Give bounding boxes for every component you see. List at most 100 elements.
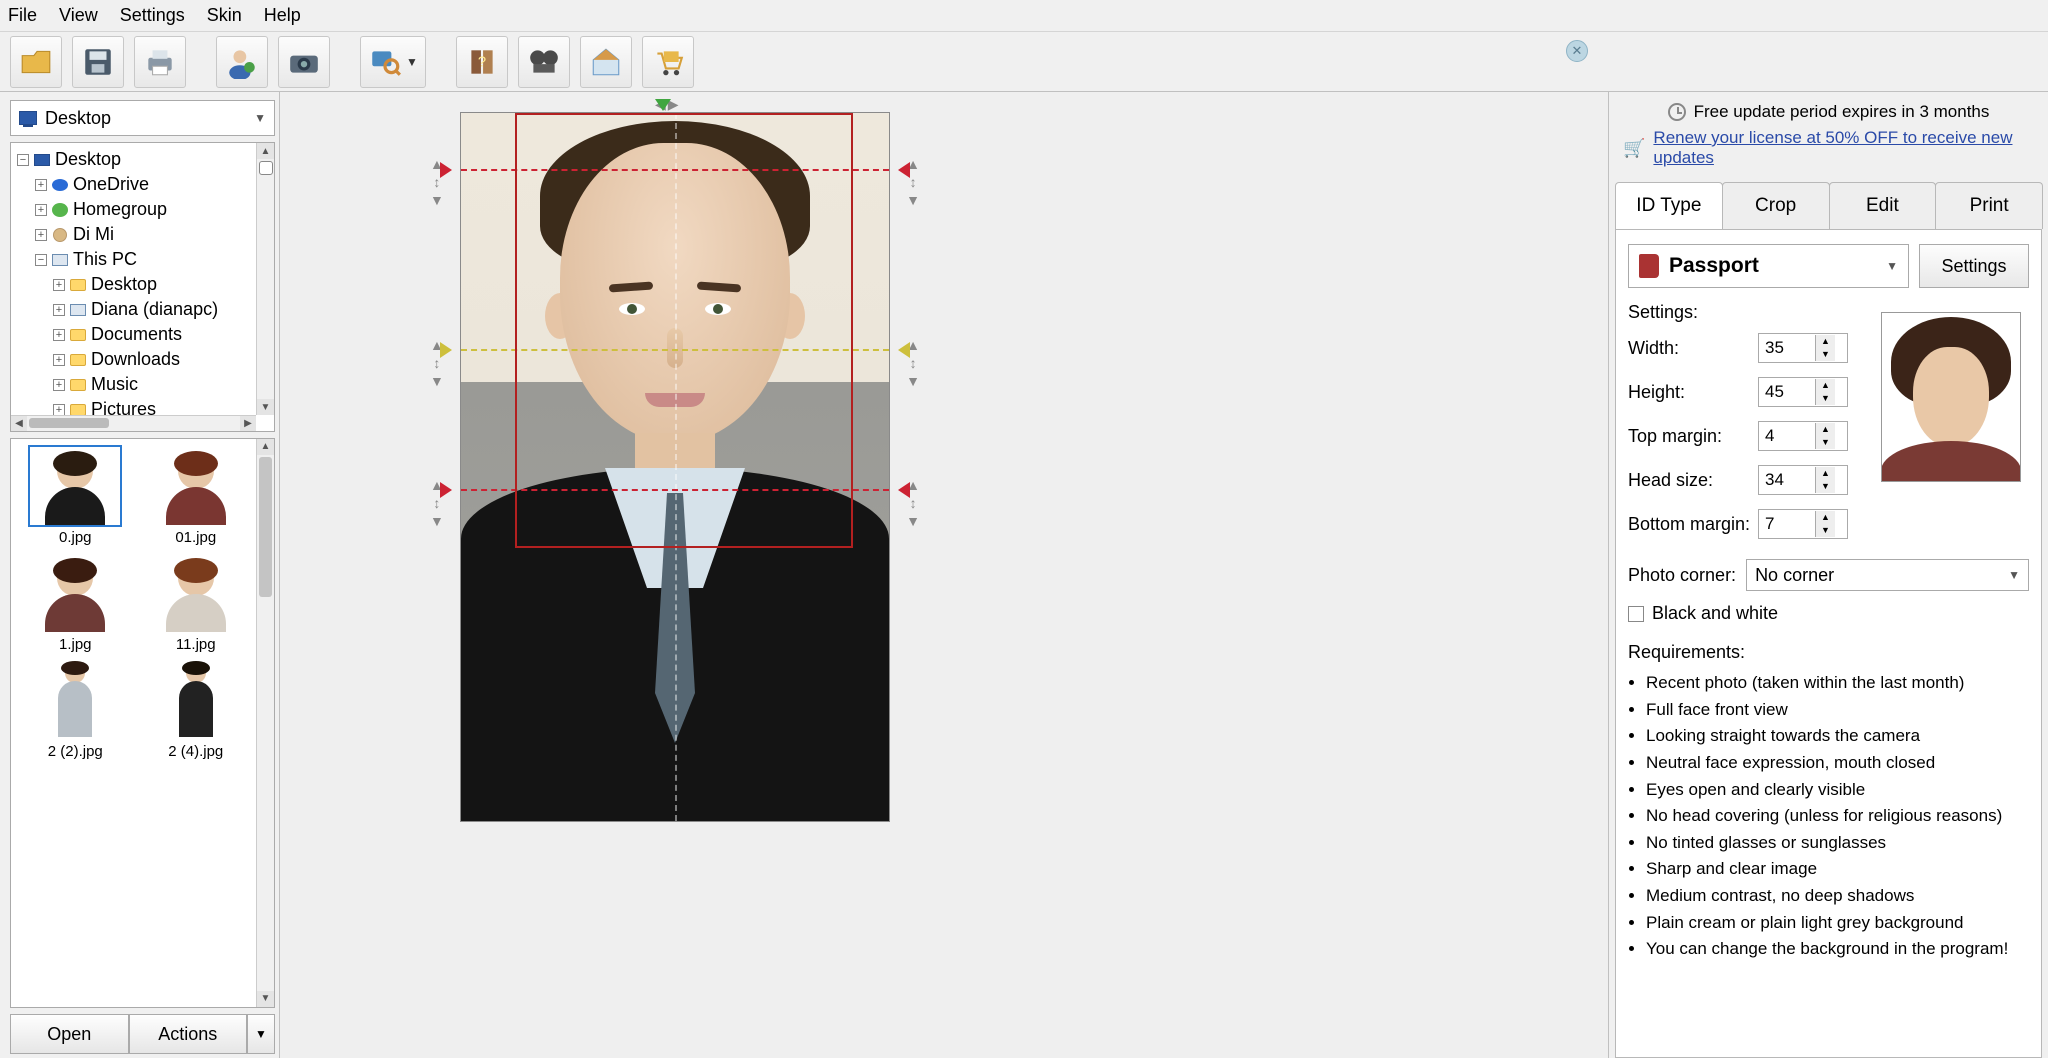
- id-type-panel: Passport ▼ Settings Settings: Width: ▲▼ …: [1615, 230, 2042, 1058]
- open-folder-button[interactable]: [10, 36, 62, 88]
- menu-skin[interactable]: Skin: [207, 5, 242, 26]
- requirement-item: Looking straight towards the camera: [1646, 724, 2029, 749]
- left-panel: Desktop ▼ −Desktop+OneDrive+Homegroup+Di…: [0, 92, 280, 1058]
- requirements-title: Requirements:: [1628, 642, 2029, 663]
- chevron-down-icon: ▼: [2008, 568, 2020, 582]
- red-right-marker-1: [898, 162, 910, 178]
- open-button[interactable]: Open: [10, 1014, 129, 1054]
- video-tutorial-button[interactable]: [518, 36, 570, 88]
- passport-icon: [1639, 254, 1659, 278]
- top-red-guide: [461, 169, 889, 171]
- menu-help[interactable]: Help: [264, 5, 301, 26]
- save-button[interactable]: [72, 36, 124, 88]
- path-text: Desktop: [45, 108, 111, 129]
- requirement-item: Recent photo (taken within the last mont…: [1646, 671, 2029, 696]
- actions-button[interactable]: Actions: [129, 1014, 248, 1054]
- bottom-margin-label: Bottom margin:: [1628, 514, 1758, 535]
- right-panel: Free update period expires in 3 months 🛒…: [1608, 92, 2048, 1058]
- camera-button[interactable]: [278, 36, 330, 88]
- profile-button[interactable]: [216, 36, 268, 88]
- photo-corner-combo[interactable]: No corner ▼: [1746, 559, 2029, 591]
- red-right-marker-2: [898, 482, 910, 498]
- tree-item[interactable]: −This PC: [17, 247, 274, 272]
- update-banner-line1: Free update period expires in 3 months: [1623, 102, 2034, 122]
- tab-crop[interactable]: Crop: [1722, 182, 1830, 229]
- thumbnail[interactable]: 11.jpg: [140, 554, 253, 653]
- top-center-marker: ◀ ▶: [655, 96, 679, 113]
- height-spinner[interactable]: ▲▼: [1758, 377, 1848, 407]
- head-size-label: Head size:: [1628, 470, 1758, 491]
- bottom-margin-spinner[interactable]: ▲▼: [1758, 509, 1848, 539]
- home-button[interactable]: [580, 36, 632, 88]
- black-white-checkbox[interactable]: [1628, 606, 1644, 622]
- requirement-item: Sharp and clear image: [1646, 857, 2029, 882]
- requirement-item: You can change the background in the pro…: [1646, 937, 2029, 962]
- cart-icon: 🛒: [1623, 138, 1645, 159]
- thumbnail[interactable]: 0.jpg: [19, 447, 132, 546]
- chevron-down-icon: ▼: [254, 111, 266, 125]
- tree-item[interactable]: +Homegroup: [17, 197, 274, 222]
- requirement-item: Plain cream or plain light grey backgrou…: [1646, 911, 2029, 936]
- requirement-item: Full face front view: [1646, 698, 2029, 723]
- tree-root[interactable]: −Desktop: [17, 147, 274, 172]
- clock-icon: [1668, 103, 1686, 121]
- tree-item[interactable]: +Music: [17, 372, 274, 397]
- menu-bar: File View Settings Skin Help: [0, 0, 2048, 32]
- actions-dropdown[interactable]: ▼: [247, 1014, 275, 1054]
- close-banner-icon[interactable]: ✕: [1566, 40, 1588, 62]
- tree-vscroll[interactable]: ▲▼: [256, 143, 274, 415]
- requirement-item: Neutral face expression, mouth closed: [1646, 751, 2029, 776]
- tree-item[interactable]: +OneDrive: [17, 172, 274, 197]
- tab-id-type[interactable]: ID Type: [1615, 182, 1723, 229]
- chevron-down-icon: ▼: [1886, 259, 1898, 273]
- help-book-button[interactable]: ?: [456, 36, 508, 88]
- red-left-marker-2: [440, 482, 452, 498]
- thumbs-vscroll[interactable]: ▲▼: [256, 439, 274, 1007]
- tree-item[interactable]: +Diana (dianapc): [17, 297, 274, 322]
- menu-view[interactable]: View: [59, 5, 98, 26]
- sample-photo: [1881, 312, 2021, 482]
- tree-item[interactable]: +Documents: [17, 322, 274, 347]
- tab-edit[interactable]: Edit: [1829, 182, 1937, 229]
- svg-text:?: ?: [478, 54, 486, 70]
- top-margin-label: Top margin:: [1628, 426, 1758, 447]
- menu-file[interactable]: File: [8, 5, 37, 26]
- black-white-label: Black and white: [1652, 603, 1778, 624]
- photo-corner-label: Photo corner:: [1628, 565, 1736, 586]
- head-size-spinner[interactable]: ▲▼: [1758, 465, 1848, 495]
- folder-tree[interactable]: −Desktop+OneDrive+Homegroup+Di Mi−This P…: [10, 142, 275, 432]
- tab-print[interactable]: Print: [1935, 182, 2043, 229]
- requirement-item: No tinted glasses or sunglasses: [1646, 831, 2029, 856]
- tree-item[interactable]: +Desktop: [17, 272, 274, 297]
- yellow-right-marker: [898, 342, 910, 358]
- thumbnail[interactable]: 2 (4).jpg: [140, 661, 253, 760]
- thumbnail-grid: 0.jpg01.jpg1.jpg11.jpg2 (2).jpg2 (4).jpg…: [10, 438, 275, 1008]
- top-margin-spinner[interactable]: ▲▼: [1758, 421, 1848, 451]
- red-left-marker-1: [440, 162, 452, 178]
- width-spinner[interactable]: ▲▼: [1758, 333, 1848, 363]
- renew-license-link[interactable]: 🛒 Renew your license at 50% OFF to recei…: [1623, 128, 2034, 168]
- menu-settings[interactable]: Settings: [120, 5, 185, 26]
- height-label: Height:: [1628, 382, 1758, 403]
- width-label: Width:: [1628, 338, 1758, 359]
- id-settings-button[interactable]: Settings: [1919, 244, 2029, 288]
- tabs: ID Type Crop Edit Print: [1615, 182, 2042, 230]
- requirement-item: Eyes open and clearly visible: [1646, 778, 2029, 803]
- tree-item[interactable]: +Downloads: [17, 347, 274, 372]
- id-type-combo[interactable]: Passport ▼: [1628, 244, 1909, 288]
- thumbnail[interactable]: 2 (2).jpg: [19, 661, 132, 760]
- toolbar: ▼ ?: [0, 32, 2048, 92]
- tree-hscroll[interactable]: ◀▶: [11, 415, 256, 431]
- thumbnail[interactable]: 01.jpg: [140, 447, 253, 546]
- tree-item[interactable]: +Di Mi: [17, 222, 274, 247]
- photo-image: [460, 112, 890, 822]
- shop-cart-button[interactable]: [642, 36, 694, 88]
- thumbnail[interactable]: 1.jpg: [19, 554, 132, 653]
- search-photo-dropdown[interactable]: ▼: [360, 36, 426, 88]
- center-guide: [675, 113, 677, 821]
- print-button[interactable]: [134, 36, 186, 88]
- requirement-item: No head covering (unless for religious r…: [1646, 804, 2029, 829]
- desktop-icon: [19, 111, 37, 125]
- photo-canvas[interactable]: ◀ ▶ ▲↕▼ ▲↕▼ ▲↕▼ ▲↕▼ ▲↕▼ ▲↕▼: [280, 92, 1608, 1058]
- path-combo[interactable]: Desktop ▼: [10, 100, 275, 136]
